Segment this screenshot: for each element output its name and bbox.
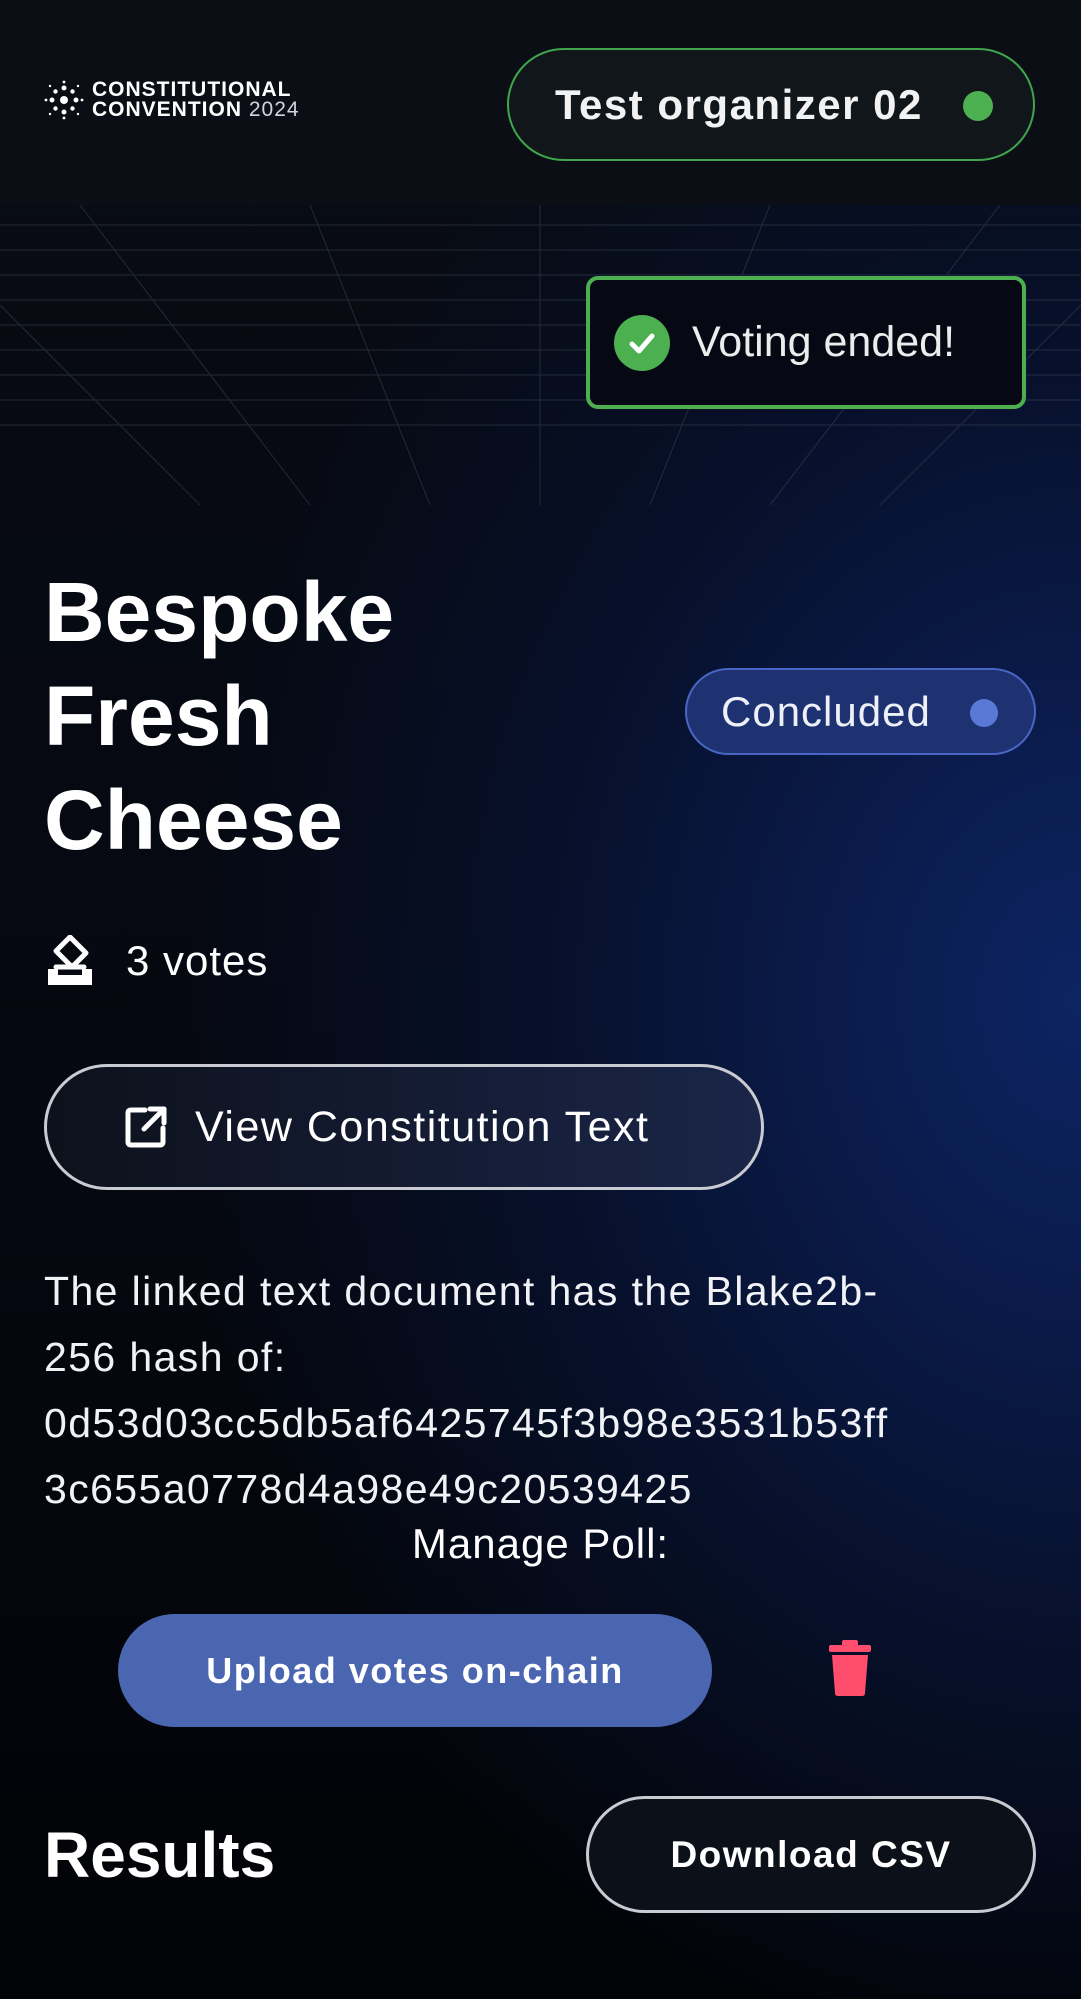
trash-icon[interactable] [828,1640,872,1696]
status-dot [970,699,998,727]
ballot-box-icon [48,935,92,985]
page: CONSTITUTIONAL CONVENTION 2024 Test orga… [0,0,1081,1999]
hash-text-line-1: The linked text document has the Blake2b… [44,1268,879,1314]
hash-value-line-1: 0d53d03cc5db5af6425745f3b98e3531b53ff [44,1400,889,1446]
external-link-icon [125,1106,167,1148]
user-name: Test organizer 02 [555,80,923,128]
poll-title-line-1: Bespoke [44,565,395,659]
poll-title-line-3: Cheese [44,773,343,867]
logo-text: CONSTITUTIONAL CONVENTION 2024 [92,78,300,121]
logo-line-2: CONVENTION 2024 [92,98,300,121]
poll-title: Bespoke Fresh Cheese [44,560,604,872]
vote-count-text: 3 votes [126,937,269,984]
status-badge: Concluded [685,668,1036,755]
brand-logo[interactable]: CONSTITUTIONAL CONVENTION 2024 [44,78,300,121]
hash-description: The linked text document has the Blake2b… [44,1258,1044,1522]
view-constitution-label: View Constitution Text [195,1102,650,1151]
upload-votes-label: Upload votes on-chain [206,1649,624,1691]
poll-title-line-2: Fresh [44,669,273,763]
online-status-dot [963,91,993,121]
download-csv-label: Download CSV [670,1833,952,1875]
results-heading: Results [44,1819,276,1891]
hash-text-line-2: 256 hash of: [44,1334,287,1380]
check-circle-icon [614,314,670,371]
logo-line-1: CONSTITUTIONAL [92,78,292,101]
sparkle-logo-icon [44,80,84,120]
voting-ended-toast: Voting ended! [586,276,1026,409]
toast-message: Voting ended! [692,318,956,366]
download-csv-button[interactable]: Download CSV [586,1796,1036,1913]
user-account-button[interactable]: Test organizer 02 [507,48,1035,161]
hash-value-line-2: 3c655a0778d4a98e49c20539425 [44,1466,693,1512]
vote-count: 3 votes [44,935,268,987]
view-constitution-button[interactable]: View Constitution Text [44,1064,764,1190]
logo-year: 2024 [248,98,300,121]
upload-votes-button[interactable]: Upload votes on-chain [118,1614,712,1727]
status-label: Concluded [721,687,931,735]
manage-poll-label: Manage Poll: [411,1520,670,1567]
